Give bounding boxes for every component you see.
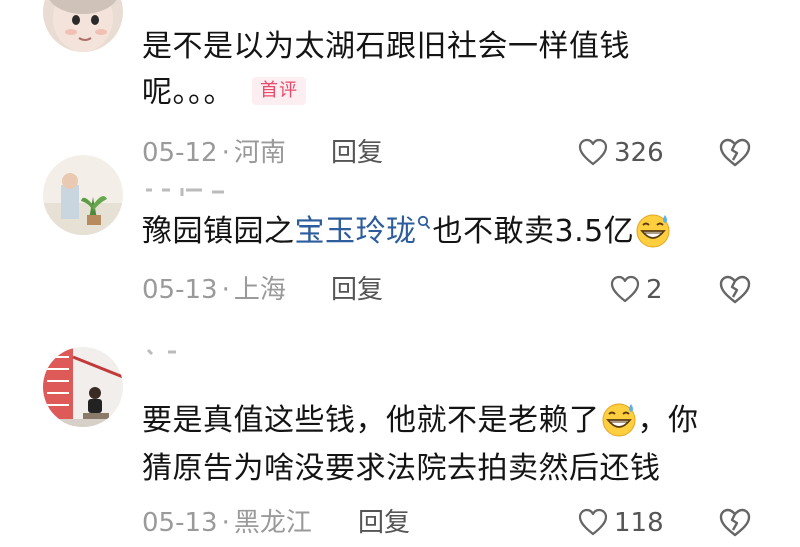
like-count: 118 (614, 508, 664, 538)
comment-meta: 05-13 · 黑龙江 (142, 503, 312, 543)
comment-location: 上海 (233, 275, 286, 305)
comment-item-2: 豫园镇园之宝玉玲珑 也不敢卖3.5亿 05-13 · 上海 回复 2 (0, 155, 800, 331)
meta-separator: · (221, 508, 230, 538)
comment-text-fragment: 呢。。。 (142, 75, 234, 110)
comment-location: 黑龙江 (233, 508, 312, 538)
keyword-search-link-label: 宝玉玲珑 (294, 214, 417, 249)
reply-button[interactable]: 回复 (331, 270, 383, 310)
heart-outline-icon (610, 275, 640, 302)
comment-item-3: 要是真值这些钱，他就不是老赖了 ，你 猜原告为啥没要求法院去拍卖然后还钱 05-… (0, 331, 800, 547)
cutoff-username (142, 345, 202, 359)
keyword-search-link[interactable]: 宝玉玲珑 (295, 214, 433, 249)
comment-date: 05-13 (142, 508, 218, 538)
broken-heart-icon[interactable] (718, 505, 752, 539)
comment-text-line: 呢。。。 首评 (142, 70, 630, 116)
heart-outline-icon (578, 508, 608, 535)
reply-button[interactable]: 回复 (358, 503, 410, 543)
comment-text-line: 猜原告为啥没要求法院去拍卖然后还钱 (142, 451, 661, 486)
broken-heart-icon[interactable] (718, 135, 752, 169)
like-button[interactable]: 118 (578, 503, 664, 543)
comment-location: 河南 (233, 138, 286, 168)
comment-date: 05-13 (142, 275, 218, 305)
avatar[interactable] (43, 347, 123, 427)
avatar[interactable] (43, 155, 123, 235)
grinning-sweat-emoji (636, 214, 670, 247)
comment-text: 要是真值这些钱，他就不是老赖了 ，你 猜原告为啥没要求法院去拍卖然后还钱 (142, 397, 699, 493)
broken-heart-icon[interactable] (718, 272, 752, 306)
comment-text-fragment: 也不敢卖3.5亿 (432, 214, 635, 249)
like-count: 2 (646, 275, 663, 305)
comment-text: 是不是以为太湖石跟旧社会一样值钱 呢。。。 首评 (142, 24, 630, 116)
avatar[interactable] (43, 0, 123, 52)
first-comment-badge: 首评 (252, 76, 306, 105)
comment-meta: 05-13 · 上海 (142, 270, 286, 310)
comment-date: 05-12 (142, 138, 218, 168)
heart-outline-icon (578, 138, 608, 165)
cutoff-username (142, 185, 262, 199)
like-button[interactable]: 326 (578, 133, 664, 173)
like-count: 326 (614, 138, 664, 168)
meta-separator: · (221, 275, 230, 305)
comment-text: 豫园镇园之宝玉玲珑 也不敢卖3.5亿 (142, 209, 672, 255)
grinning-sweat-emoji (602, 403, 635, 436)
like-button[interactable]: 2 (610, 270, 663, 310)
comment-text-line: 要是真值这些钱，他就不是老赖了 ，你 (142, 397, 699, 445)
comment-text-fragment: 豫园镇园之 (142, 214, 295, 249)
comment-text-line: 是不是以为太湖石跟旧社会一样值钱 (142, 29, 630, 64)
comment-text-fragment: 要是真值这些钱，他就不是老赖了 (142, 403, 600, 438)
search-icon (417, 215, 430, 230)
comment-meta: 05-12 · 河南 (142, 133, 286, 173)
comment-text-fragment: ，你 (637, 403, 699, 438)
reply-button[interactable]: 回复 (331, 133, 383, 173)
meta-separator: · (221, 138, 230, 168)
comment-item-1: 是不是以为太湖石跟旧社会一样值钱 呢。。。 首评 05-12 · 河南 回复 326 (0, 0, 800, 185)
